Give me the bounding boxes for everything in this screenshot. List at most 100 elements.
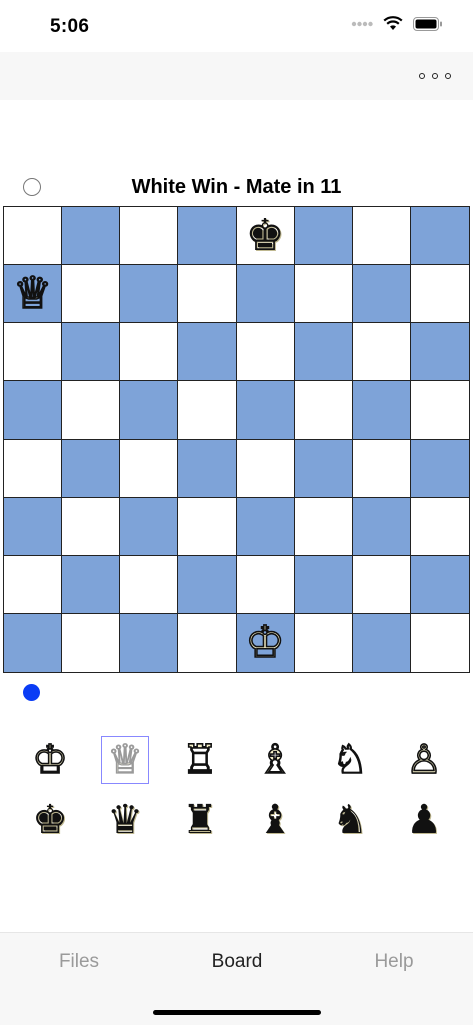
board-square-e7[interactable] (236, 265, 295, 324)
board-square-g1[interactable] (352, 613, 411, 672)
board-square-h4[interactable] (410, 439, 469, 498)
board-square-a7[interactable]: ♕ (4, 265, 63, 324)
board-square-g3[interactable] (352, 497, 411, 556)
board-square-c5[interactable] (120, 381, 179, 440)
board-square-d3[interactable] (178, 497, 237, 556)
palette-white-king-button[interactable]: ♔ (26, 736, 74, 784)
palette-black-pawn-button[interactable]: ♟ (400, 796, 448, 844)
palette-white-queen-button[interactable]: ♕ (101, 736, 149, 784)
white-rook-icon: ♖ (181, 737, 218, 783)
board-square-a4[interactable] (4, 439, 63, 498)
black-pieces-row: ♚ ♛ ♜ ♝ ♞ ♟ (0, 792, 473, 848)
board-square-g2[interactable] (352, 555, 411, 614)
palette-white-rook-button[interactable]: ♖ (176, 736, 224, 784)
white-knight-icon: ♘ (331, 737, 368, 783)
board-square-a1[interactable] (4, 613, 63, 672)
board-square-h2[interactable] (410, 555, 469, 614)
palette-black-king-button[interactable]: ♚ (26, 796, 74, 844)
board-square-b6[interactable] (62, 323, 121, 382)
black-rook-icon: ♜ (182, 797, 218, 843)
board-square-e1[interactable]: ♔ (236, 613, 295, 672)
white-bishop-icon: ♗ (256, 737, 293, 783)
black-king-icon: ♚ (32, 797, 68, 843)
board-square-h1[interactable] (410, 613, 469, 672)
board-square-f8[interactable] (294, 207, 353, 266)
cellular-dots-icon (351, 21, 373, 26)
board-square-h7[interactable] (410, 265, 469, 324)
board-square-c2[interactable] (120, 555, 179, 614)
board-square-b3[interactable] (62, 497, 121, 556)
board-square-d8[interactable] (178, 207, 237, 266)
board-square-a2[interactable] (4, 555, 63, 614)
board-square-f1[interactable] (294, 613, 353, 672)
board-square-c8[interactable] (120, 207, 179, 266)
board-square-g8[interactable] (352, 207, 411, 266)
board-square-c4[interactable] (120, 439, 179, 498)
tab-board[interactable]: Board (158, 951, 316, 973)
palette-white-pawn-button[interactable]: ♙ (400, 736, 448, 784)
board-square-h8[interactable] (410, 207, 469, 266)
board-square-e3[interactable] (236, 497, 295, 556)
chess-board: ♚ ♕ ♔ (3, 206, 470, 673)
board-square-f4[interactable] (294, 439, 353, 498)
palette-black-bishop-button[interactable]: ♝ (251, 796, 299, 844)
board-square-f2[interactable] (294, 555, 353, 614)
board-square-d4[interactable] (178, 439, 237, 498)
palette-white-bishop-button[interactable]: ♗ (251, 736, 299, 784)
board-square-e2[interactable] (236, 555, 295, 614)
title-row: White Win - Mate in 11 (0, 170, 473, 204)
white-to-move-indicator (23, 684, 40, 701)
board-square-c6[interactable] (120, 323, 179, 382)
board-square-a6[interactable] (4, 323, 63, 382)
board-square-d5[interactable] (178, 381, 237, 440)
board-square-f6[interactable] (294, 323, 353, 382)
board-square-a8[interactable] (4, 207, 63, 266)
board-square-g4[interactable] (352, 439, 411, 498)
board-square-f5[interactable] (294, 381, 353, 440)
more-options-button[interactable] (419, 68, 451, 84)
board-square-h6[interactable] (410, 323, 469, 382)
board-square-d2[interactable] (178, 555, 237, 614)
board-square-g6[interactable] (352, 323, 411, 382)
board-square-c3[interactable] (120, 497, 179, 556)
board-square-b1[interactable] (62, 613, 121, 672)
board-square-b4[interactable] (62, 439, 121, 498)
board-square-h5[interactable] (410, 381, 469, 440)
board-square-c7[interactable] (120, 265, 179, 324)
home-indicator (153, 1010, 321, 1015)
palette-white-knight-button[interactable]: ♘ (326, 736, 374, 784)
board-square-b7[interactable] (62, 265, 121, 324)
ellipsis-circles-icon (419, 73, 425, 79)
board-square-d1[interactable] (178, 613, 237, 672)
palette-black-rook-button[interactable]: ♜ (176, 796, 224, 844)
black-king-icon[interactable]: ♚ (245, 213, 284, 258)
white-king-icon[interactable]: ♔ (245, 620, 286, 666)
board-square-e6[interactable] (236, 323, 295, 382)
board-square-d7[interactable] (178, 265, 237, 324)
status-bar: 5:06 (0, 0, 473, 52)
board-square-g7[interactable] (352, 265, 411, 324)
board-square-f3[interactable] (294, 497, 353, 556)
palette-black-knight-button[interactable]: ♞ (326, 796, 374, 844)
board-square-e4[interactable] (236, 439, 295, 498)
tab-files[interactable]: Files (0, 951, 158, 973)
board-square-d6[interactable] (178, 323, 237, 382)
white-queen-icon[interactable]: ♕ (12, 270, 53, 316)
board-square-b8[interactable] (62, 207, 121, 266)
ellipsis-circles-icon (445, 73, 451, 79)
palette-black-queen-button[interactable]: ♛ (101, 796, 149, 844)
board-square-e8[interactable]: ♚ (236, 207, 295, 266)
tab-help[interactable]: Help (315, 951, 473, 973)
board-square-a5[interactable] (4, 381, 63, 440)
board-square-h3[interactable] (410, 497, 469, 556)
board-square-b2[interactable] (62, 555, 121, 614)
black-bishop-icon: ♝ (257, 797, 293, 843)
board-square-c1[interactable] (120, 613, 179, 672)
board-square-f7[interactable] (294, 265, 353, 324)
board-square-b5[interactable] (62, 381, 121, 440)
board-square-e5[interactable] (236, 381, 295, 440)
ellipsis-circles-icon (432, 73, 438, 79)
board-square-a3[interactable] (4, 497, 63, 556)
black-knight-icon: ♞ (332, 797, 368, 843)
board-square-g5[interactable] (352, 381, 411, 440)
